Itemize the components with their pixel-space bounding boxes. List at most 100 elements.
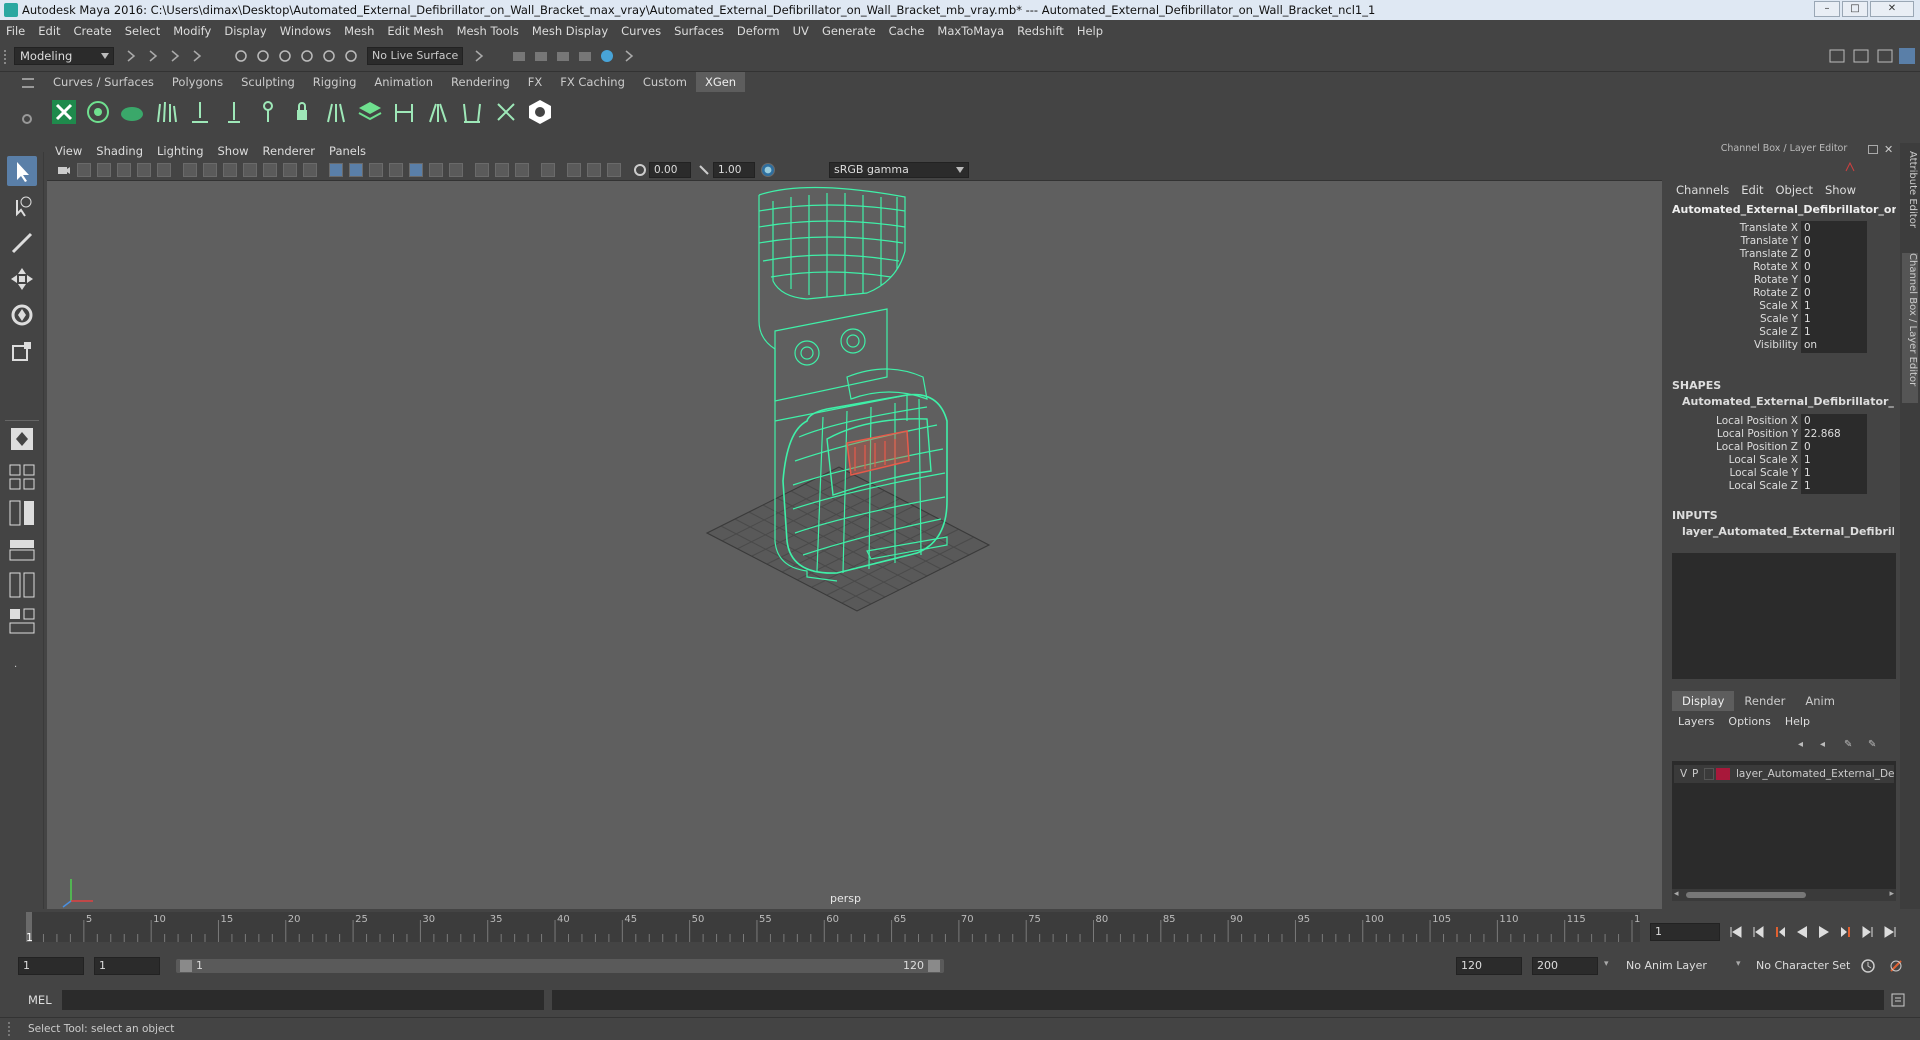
film-gate-icon[interactable] (203, 163, 217, 177)
shelf-tab-sculpting[interactable]: Sculpting (232, 72, 304, 92)
minimize-button[interactable]: – (1814, 1, 1840, 17)
channel-box-toggle-icon[interactable] (1898, 47, 1916, 65)
menu-deform[interactable]: Deform (737, 24, 780, 38)
xgen-clump-icon[interactable] (424, 98, 452, 126)
time-slider-track[interactable]: 5 10 15 20 25 30 35 40 45 50 55 60 65 70 75 80 85 90 95 100… (26, 912, 1653, 942)
menu-uv[interactable]: UV (793, 24, 809, 38)
snap-point-icon[interactable] (278, 49, 292, 63)
shape-node-name[interactable]: Automated_External_Defibrillator_on_... (1682, 395, 1894, 408)
layer-row[interactable]: V P layer_Automated_External_Defi (1674, 765, 1894, 783)
snap-live-icon[interactable] (344, 49, 358, 63)
live-surface-field[interactable]: No Live Surface (367, 47, 463, 65)
shadows-icon[interactable] (429, 163, 443, 177)
menu-mesh[interactable]: Mesh (344, 24, 374, 38)
last-tool-icon[interactable] (7, 424, 37, 454)
channel-label[interactable]: Local Position X (1716, 415, 1798, 427)
panel-menu-view[interactable]: View (55, 144, 82, 158)
playback-start-field[interactable]: 1 (94, 957, 160, 975)
snap-surface-icon[interactable] (322, 49, 336, 63)
screen-space-ao-icon[interactable] (449, 163, 463, 177)
menu-select[interactable]: Select (125, 24, 160, 38)
move-layer-down-icon[interactable]: ◂ (1820, 739, 1834, 751)
xray-components-icon[interactable] (607, 163, 621, 177)
safe-action-icon[interactable] (283, 163, 297, 177)
snap-view-icon[interactable] (300, 49, 314, 63)
xgen-sculpt-icon[interactable] (254, 98, 282, 126)
character-set-select[interactable]: No Character Set (1756, 957, 1866, 975)
menu-windows[interactable]: Windows (280, 24, 331, 38)
motion-blur-icon[interactable] (475, 163, 489, 177)
shelf-tab-fx[interactable]: FX (519, 72, 552, 92)
channel-row-local-scale-z[interactable]: Local Scale Z1 (1668, 479, 1898, 495)
layout-side-icon[interactable] (7, 534, 37, 564)
xgen-create-icon[interactable] (118, 98, 146, 126)
shelf-tab-polygons[interactable]: Polygons (163, 72, 232, 92)
scroll-right-icon[interactable]: ▸ (1889, 889, 1894, 899)
layer-color-swatch[interactable] (1716, 768, 1730, 780)
close-panel-icon[interactable]: ✕ (1884, 143, 1893, 156)
gamma-icon[interactable] (697, 163, 711, 177)
shelf-tab-animation[interactable]: Animation (365, 72, 442, 92)
xgen-add-guide-icon[interactable] (186, 98, 214, 126)
menu-mesh-tools[interactable]: Mesh Tools (457, 24, 519, 38)
channel-box-tab[interactable]: Channel Box / Layer Editor (1902, 253, 1918, 403)
channel-label[interactable]: Scale Y (1760, 313, 1798, 325)
camera-attributes-icon[interactable] (77, 163, 91, 177)
exposure-icon[interactable] (633, 163, 647, 177)
channel-label[interactable]: Translate X (1740, 222, 1798, 234)
rotate-tool-icon[interactable] (7, 300, 37, 330)
menu-create[interactable]: Create (74, 24, 112, 38)
animation-start-field[interactable]: 1 (18, 957, 84, 975)
step-back-key-icon[interactable] (1772, 924, 1788, 940)
layout-graph-icon[interactable] (7, 606, 37, 636)
layer-tab-display[interactable]: Display (1672, 691, 1735, 711)
move-layer-up-icon[interactable]: ◂ (1798, 739, 1812, 751)
layer-display-type-toggle[interactable] (1704, 768, 1714, 780)
script-language-toggle[interactable]: MEL (28, 993, 52, 1007)
shelf-tab-rigging[interactable]: Rigging (304, 72, 366, 92)
channel-label[interactable]: Local Scale Z (1729, 480, 1798, 492)
close-button[interactable]: ✕ (1870, 1, 1914, 17)
shelf-settings-icon[interactable] (22, 114, 32, 124)
anti-aliasing-icon[interactable] (495, 163, 509, 177)
float-panel-icon[interactable] (1868, 145, 1878, 154)
xgen-guides-icon[interactable] (152, 98, 180, 126)
layout-four-icon[interactable] (7, 498, 37, 528)
snap-curve-icon[interactable] (256, 49, 270, 63)
menu-display[interactable]: Display (224, 24, 266, 38)
lasso-tool-icon[interactable] (7, 192, 37, 222)
menu-file[interactable]: File (6, 24, 25, 38)
use-lights-icon[interactable] (409, 163, 423, 177)
bookmark-icon[interactable] (97, 163, 111, 177)
go-to-end-icon[interactable] (1882, 924, 1898, 940)
grid-icon[interactable] (183, 163, 197, 177)
xray-joints-icon[interactable] (587, 163, 601, 177)
gamma-field[interactable]: 1.00 (713, 162, 755, 178)
tool-settings-icon[interactable] (1876, 47, 1894, 65)
channel-menu-channels[interactable]: Channels (1676, 183, 1729, 197)
layer-name[interactable]: layer_Automated_External_Defi (1736, 765, 1894, 783)
layer-menu-layers[interactable]: Layers (1678, 715, 1714, 728)
scale-tool-icon[interactable] (7, 336, 37, 366)
isolate-select-icon[interactable] (541, 163, 555, 177)
move-tool-icon[interactable] (7, 264, 37, 294)
arrow-right-icon[interactable] (146, 49, 160, 63)
xgen-normalize-icon[interactable] (322, 98, 350, 126)
depth-of-field-icon[interactable] (515, 163, 529, 177)
play-backwards-icon[interactable] (1794, 924, 1810, 940)
script-editor-icon[interactable] (1890, 992, 1906, 1008)
field-chart-icon[interactable] (263, 163, 277, 177)
animation-preferences-icon[interactable] (1888, 958, 1904, 974)
scroll-left-icon[interactable]: ◂ (1674, 889, 1679, 899)
maximize-button[interactable]: □ (1842, 1, 1868, 17)
layer-tab-anim[interactable]: Anim (1795, 691, 1845, 711)
panel-menu-show[interactable]: Show (218, 144, 249, 158)
layer-list-scrollbar[interactable]: ◂ ▸ (1672, 889, 1896, 901)
channel-label[interactable]: Translate Y (1741, 235, 1798, 247)
channel-label[interactable]: Rotate Y (1754, 274, 1798, 286)
menu-redshift[interactable]: Redshift (1017, 24, 1064, 38)
menu-curves[interactable]: Curves (621, 24, 661, 38)
xgen-length-icon[interactable] (390, 98, 418, 126)
menu-maxtomaya[interactable]: MaxToMaya (937, 24, 1004, 38)
arrow-right-icon[interactable] (472, 49, 486, 63)
